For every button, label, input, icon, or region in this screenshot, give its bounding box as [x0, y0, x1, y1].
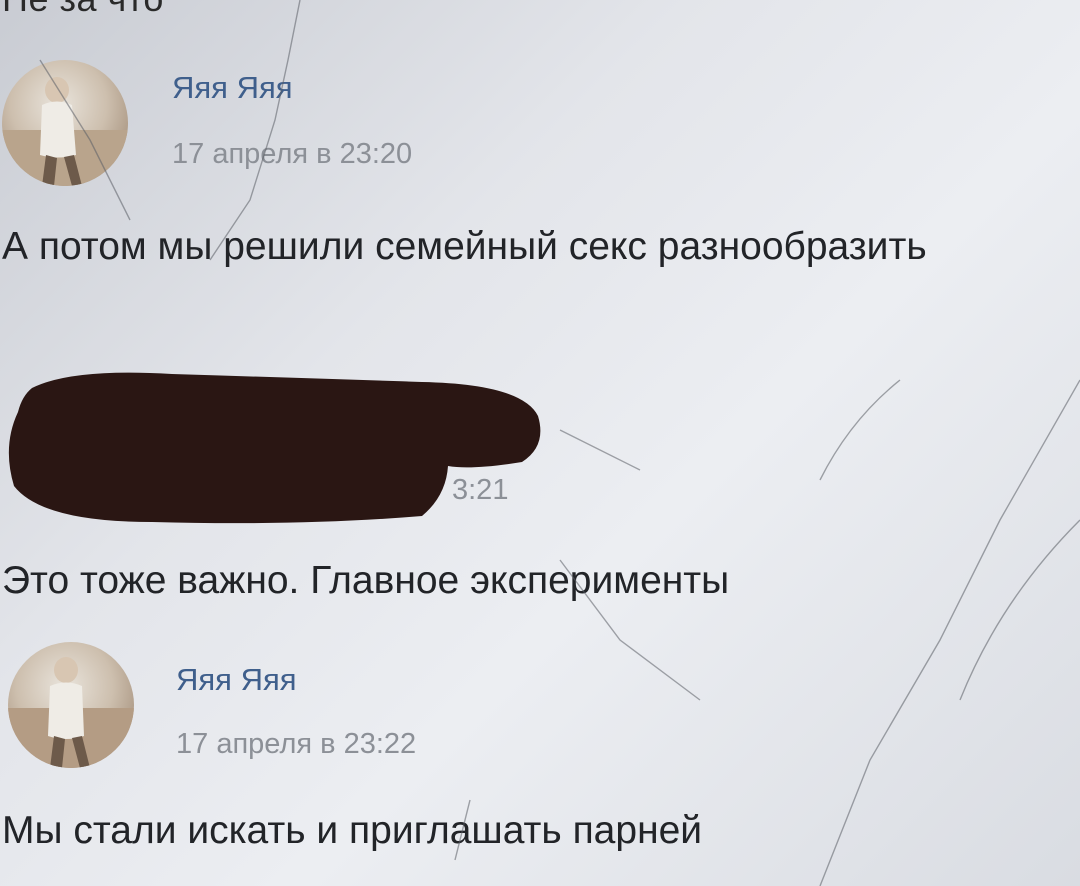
comment-text: А потом мы решили семейный секс разнообр…	[2, 225, 927, 268]
avatar-photo-icon	[8, 657, 134, 768]
comment-timestamp[interactable]: 17 апреля в 23:22	[176, 728, 416, 761]
avatar[interactable]	[8, 642, 134, 768]
avatar[interactable]	[2, 60, 128, 186]
comments-screen: Не за что Яяя Яяя 17 апреля в 23:20 А по…	[0, 0, 1080, 886]
avatar-photo-icon	[2, 77, 128, 186]
comment-text: Мы стали искать и приглашать парней	[2, 809, 703, 852]
redaction-mark	[8, 372, 541, 524]
previous-message-text: Не за что	[2, 0, 164, 20]
comment-author-link[interactable]: Яяя Яяя	[172, 70, 293, 106]
comment-timestamp[interactable]: 17 апреля в 23:20	[172, 138, 412, 171]
comment-text: Это тоже важно. Главное эксперименты	[2, 559, 730, 602]
comment-author-link[interactable]: Яяя Яяя	[176, 662, 297, 698]
